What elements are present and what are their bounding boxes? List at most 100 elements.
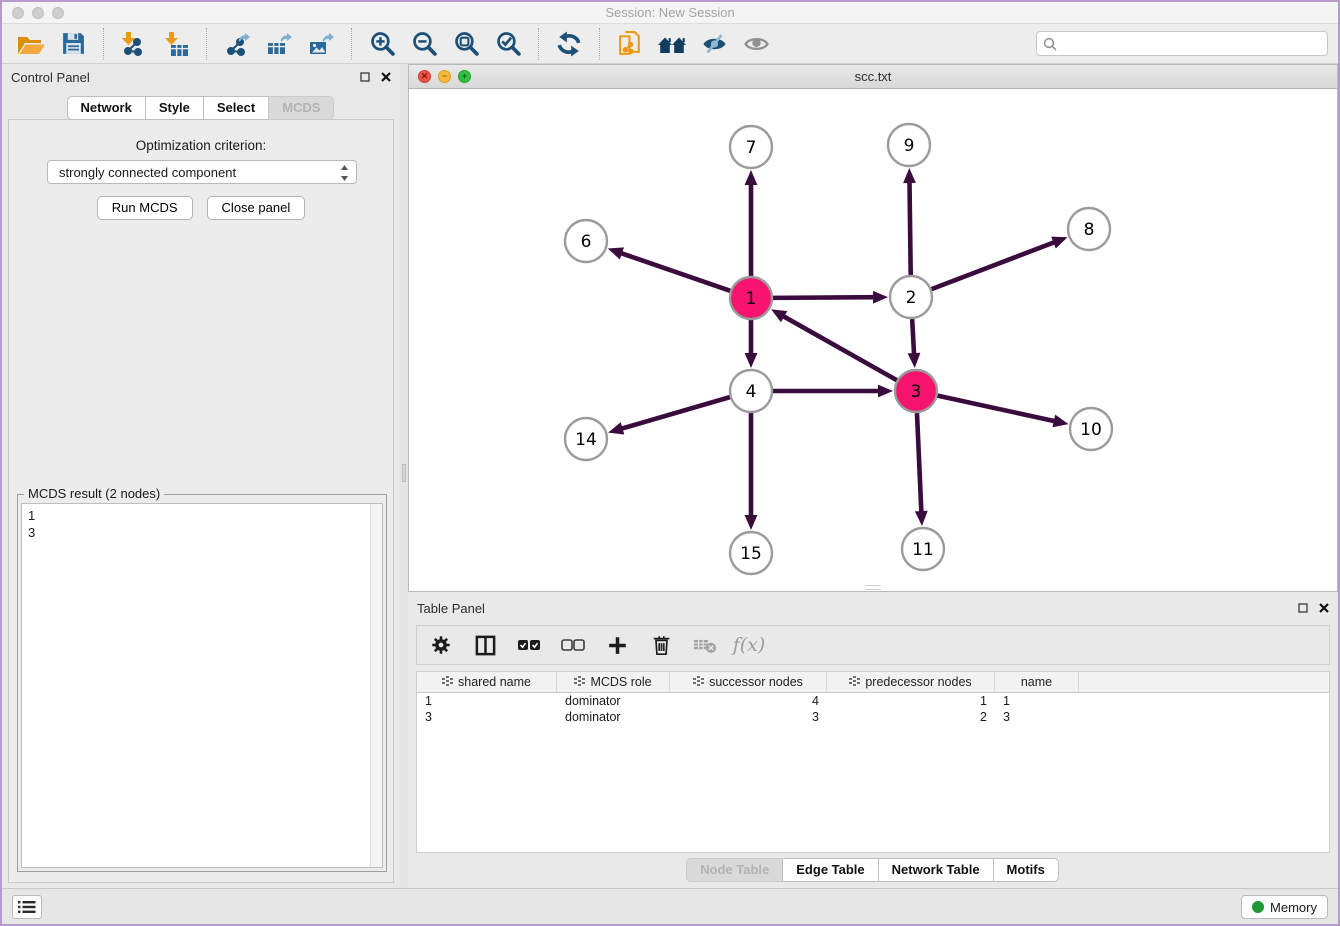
close-panel-icon[interactable] (379, 70, 392, 83)
arrowhead-icon (1051, 237, 1067, 249)
table-cell[interactable]: 3 (417, 709, 557, 725)
zoom-selected-icon[interactable] (490, 27, 526, 61)
tab-motifs[interactable]: Motifs (993, 858, 1059, 882)
toolbar-separator (538, 28, 539, 60)
result-scrollbar[interactable] (370, 504, 382, 867)
graph-node-label: 6 (581, 232, 592, 252)
tab-select[interactable]: Select (203, 96, 269, 120)
open-session-icon[interactable] (13, 27, 49, 61)
column-pane-icon[interactable] (473, 632, 497, 658)
panel-splitter[interactable] (400, 64, 408, 888)
delete-table-icon (693, 632, 717, 658)
zoom-out-icon[interactable] (406, 27, 442, 61)
arrowhead-icon (915, 511, 928, 526)
table-cell[interactable]: 4 (670, 693, 827, 709)
graph-node-label: 11 (912, 540, 934, 560)
first-neighbors-icon[interactable] (654, 27, 690, 61)
table-cell[interactable]: 1 (827, 693, 995, 709)
graph-edge-2-3[interactable] (912, 319, 914, 356)
graph-edge-3-11[interactable] (917, 413, 921, 514)
column-label: MCDS role (590, 675, 651, 689)
graph-edge-1-2[interactable] (773, 297, 876, 298)
table-cell[interactable]: dominator (557, 693, 670, 709)
splitter-grip[interactable] (402, 464, 406, 482)
table-panel-title: Table Panel (417, 601, 485, 616)
network-canvas[interactable]: 7968124314101511 (409, 89, 1337, 591)
network-graph: 7968124314101511 (409, 89, 1337, 591)
column-header-predecessor-nodes[interactable]: predecessor nodes (827, 672, 995, 692)
column-header-successor-nodes[interactable]: successor nodes (670, 672, 827, 692)
add-row-icon[interactable] (605, 632, 629, 658)
graph-edge-2-9[interactable] (909, 180, 910, 275)
gear-icon[interactable] (429, 632, 453, 658)
application-window: Session: New Session Control Panel Netwo… (0, 0, 1340, 926)
graph-edge-4-14[interactable] (620, 397, 730, 429)
column-label: successor nodes (709, 675, 803, 689)
table-cell[interactable]: 1 (417, 693, 557, 709)
zoom-in-icon[interactable] (364, 27, 400, 61)
arrowhead-icon (878, 385, 893, 398)
graph-node-label: 9 (904, 136, 915, 156)
tab-network-table[interactable]: Network Table (878, 858, 994, 882)
export-network-icon[interactable] (219, 27, 255, 61)
mcds-result-textarea[interactable]: 1 3 (21, 503, 383, 868)
search-input[interactable] (1057, 36, 1321, 51)
criterion-select[interactable]: strongly connected component (47, 160, 357, 184)
import-network-icon[interactable] (116, 27, 152, 61)
import-table-icon[interactable] (158, 27, 194, 61)
arrowhead-icon (908, 353, 921, 368)
memory-button[interactable]: Memory (1241, 895, 1328, 919)
show-all-icon[interactable] (738, 27, 774, 61)
arrowhead-icon (745, 170, 758, 185)
table-cell[interactable]: 3 (995, 709, 1079, 725)
window-titlebar: Session: New Session (2, 2, 1338, 24)
main-toolbar (2, 24, 1338, 64)
column-header-MCDS-role[interactable]: MCDS role (557, 672, 670, 692)
deselect-all-icon[interactable] (561, 632, 585, 658)
graph-edge-1-6[interactable] (619, 252, 730, 290)
select-all-icon[interactable] (517, 632, 541, 658)
canvas-resize-grip[interactable] (865, 585, 881, 590)
graph-edge-2-8[interactable] (932, 241, 1057, 289)
run-mcds-button[interactable]: Run MCDS (97, 196, 193, 220)
table-close-panel-icon[interactable] (1317, 601, 1330, 614)
task-history-button[interactable] (12, 895, 42, 919)
graph-node-label: 1 (746, 289, 757, 309)
float-panel-icon[interactable] (358, 70, 371, 83)
column-header-name[interactable]: name (995, 672, 1079, 692)
tab-node-table[interactable]: Node Table (686, 858, 783, 882)
graph-node-label: 10 (1080, 420, 1102, 440)
tab-style[interactable]: Style (145, 96, 204, 120)
arrowhead-icon (608, 247, 624, 259)
refresh-layout-icon[interactable] (551, 27, 587, 61)
export-table-icon[interactable] (261, 27, 297, 61)
tab-mcds[interactable]: MCDS (268, 96, 334, 120)
table-row[interactable]: 1dominator411 (417, 693, 1329, 709)
graph-node-label: 8 (1084, 220, 1095, 240)
tab-edge-table[interactable]: Edge Table (782, 858, 878, 882)
arrowhead-icon (745, 353, 758, 368)
export-image-icon[interactable] (303, 27, 339, 61)
toolbar-separator (599, 28, 600, 60)
graph-edge-3-1[interactable] (781, 315, 896, 380)
tab-network[interactable]: Network (67, 96, 146, 120)
graph-edge-3-10[interactable] (937, 396, 1056, 422)
graph-node-label: 2 (906, 288, 917, 308)
table-cell[interactable]: 1 (995, 693, 1079, 709)
hide-selected-icon[interactable] (696, 27, 732, 61)
zoom-fit-icon[interactable] (448, 27, 484, 61)
mcds-result-groupbox: MCDS result (2 nodes) 1 3 (17, 494, 387, 872)
table-cell[interactable]: dominator (557, 709, 670, 725)
table-row[interactable]: 3dominator323 (417, 709, 1329, 725)
network-window-title: scc.txt (409, 69, 1337, 84)
column-header-shared-name[interactable]: shared name (417, 672, 557, 692)
sort-hierarchy-icon (849, 675, 860, 689)
table-cell[interactable]: 2 (827, 709, 995, 725)
delete-row-icon[interactable] (649, 632, 673, 658)
clone-network-icon[interactable] (612, 27, 648, 61)
save-session-icon[interactable] (55, 27, 91, 61)
toolbar-separator (103, 28, 104, 60)
close-panel-button[interactable]: Close panel (207, 196, 306, 220)
table-float-panel-icon[interactable] (1296, 601, 1309, 614)
table-cell[interactable]: 3 (670, 709, 827, 725)
